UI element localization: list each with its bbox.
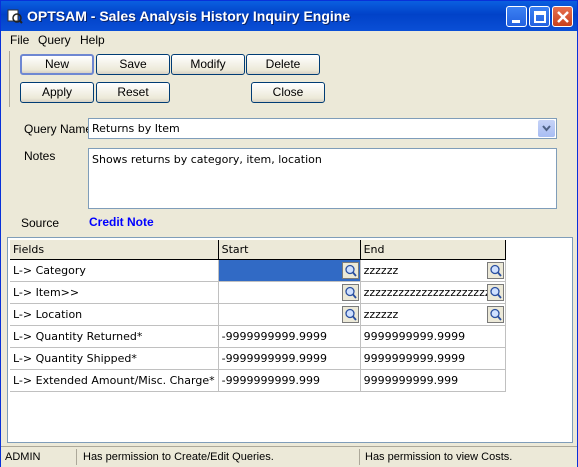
end-cell[interactable]: 9999999999.9999 [360,325,507,348]
menu-file[interactable]: File [10,33,29,47]
menu-query[interactable]: Query [38,33,71,47]
table-row: L-> Extended Amount/Misc. Charge* -99999… [10,369,507,392]
query-name-select[interactable]: Returns by Item [88,118,557,139]
query-name-label: Query Name [24,122,93,136]
status-bar: ADMIN Has permission to Create/Edit Quer… [1,446,577,467]
window-title: OPTSAM - Sales Analysis History Inquiry … [27,8,351,24]
maximize-icon [534,11,546,23]
start-cell[interactable]: -9999999999.9999 [218,347,361,370]
field-cell: L-> Quantity Returned* [10,325,219,348]
column-header-end[interactable]: End [360,240,507,260]
field-cell: L-> Extended Amount/Misc. Charge* [10,369,219,392]
status-divider [76,449,77,465]
status-divider [359,449,360,465]
modify-button[interactable]: Modify [171,54,245,75]
save-button[interactable]: Save [96,54,170,75]
toolbar: New Save Modify Delete Apply Reset Close [9,51,570,107]
table-row: L-> Item>> zzzzzzzzzzzzzzzzzzzzzzzz [10,281,507,304]
end-value: zzzzzz [363,263,399,277]
end-cell[interactable]: 9999999999.999 [360,369,507,392]
source-label: Source [21,216,60,230]
lookup-magnifier-icon[interactable] [341,261,359,279]
minimize-button[interactable] [506,6,527,27]
lookup-magnifier-icon[interactable] [341,305,359,323]
start-cell[interactable]: -9999999999.999 [218,369,361,392]
main-window: OPTSAM - Sales Analysis History Inquiry … [0,0,578,467]
lookup-magnifier-icon[interactable] [487,305,505,323]
close-window-button[interactable] [552,6,573,27]
minimize-icon [512,20,520,23]
lookup-magnifier-icon[interactable] [487,261,505,279]
end-cell[interactable]: zzzzzz [360,259,507,282]
field-cell: L-> Location [10,303,219,326]
maximize-button[interactable] [529,6,550,27]
status-permission-costs: Has permission to view Costs. [365,451,513,463]
table-row: L-> Location zzzzzz [10,303,507,326]
field-cell: L-> Item>> [10,281,219,304]
fields-table: Fields Start End L-> Category zzzzzz L->… [10,240,507,392]
menu-bar: File Query Help [1,31,577,49]
table-row: L-> Category zzzzzz [10,259,507,282]
menu-help[interactable]: Help [80,33,105,47]
notes-textarea[interactable]: Shows returns by category, item, locatio… [88,148,557,209]
end-value: zzzzzz [363,307,399,321]
table-row: L-> Quantity Shipped* -9999999999.9999 9… [10,347,507,370]
status-permission-queries: Has permission to Create/Edit Queries. [83,451,274,463]
status-user: ADMIN [5,451,41,463]
field-cell: L-> Category [10,259,219,282]
end-cell[interactable]: zzzzzz [360,303,507,326]
query-name-value: Returns by Item [92,122,180,135]
app-icon [7,8,23,24]
title-bar[interactable]: OPTSAM - Sales Analysis History Inquiry … [1,1,577,31]
apply-button[interactable]: Apply [20,82,94,103]
dropdown-arrow-icon[interactable] [538,120,555,137]
start-cell[interactable] [218,281,361,304]
query-fields-grid[interactable]: Fields Start End L-> Category zzzzzz L->… [7,237,573,443]
end-value: zzzzzzzzzzzzzzzzzzzzzzzz [363,285,503,299]
end-cell[interactable]: 9999999999.9999 [360,347,507,370]
field-cell: L-> Quantity Shipped* [10,347,219,370]
table-row: L-> Quantity Returned* -9999999999.9999 … [10,325,507,348]
notes-value: Shows returns by category, item, locatio… [92,153,322,166]
source-value: Credit Note [89,215,154,229]
new-button[interactable]: New [20,54,94,75]
close-button[interactable]: Close [251,82,325,103]
start-cell[interactable]: -9999999999.9999 [218,325,361,348]
reset-button[interactable]: Reset [96,82,170,103]
column-header-fields[interactable]: Fields [10,240,219,260]
start-cell[interactable] [218,259,361,282]
start-cell[interactable] [218,303,361,326]
column-header-start[interactable]: Start [218,240,361,260]
lookup-magnifier-icon[interactable] [487,283,505,301]
notes-label: Notes [24,149,56,163]
delete-button[interactable]: Delete [246,54,320,75]
lookup-magnifier-icon[interactable] [341,283,359,301]
close-icon [557,11,569,23]
end-cell[interactable]: zzzzzzzzzzzzzzzzzzzzzzzz [360,281,507,304]
